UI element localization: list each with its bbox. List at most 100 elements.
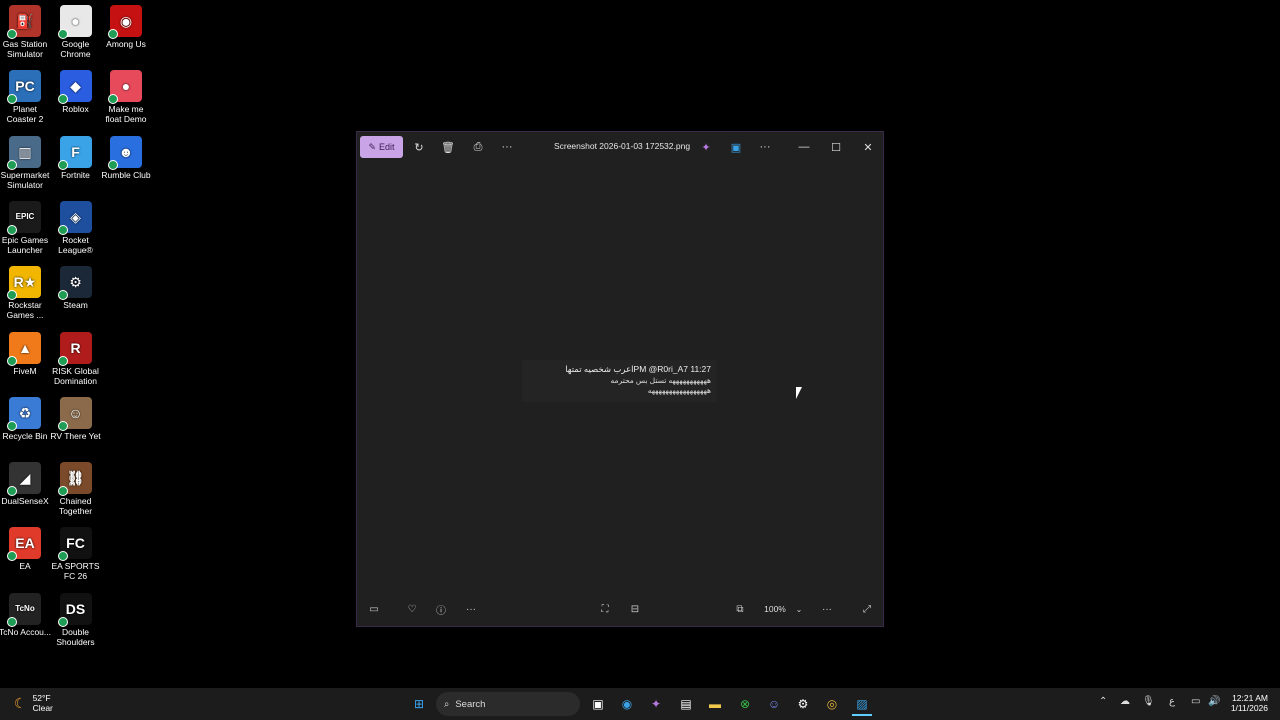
desktop-icon[interactable]: ◢ DualSenseX (0, 462, 51, 506)
image-viewport[interactable]: 11:27 PM @R0ri_A7اعرب شخصيه تمتها هههههه… (357, 162, 883, 590)
language-indicator[interactable]: ع (1169, 696, 1175, 707)
close-button[interactable]: ✕ (858, 137, 878, 157)
info-icon[interactable]: ⓘ (432, 600, 450, 618)
desktop-icon[interactable]: PC Planet Coaster 2 (0, 70, 51, 124)
copilot-taskbar-icon[interactable]: ✦ (646, 694, 666, 714)
desktop-icon[interactable]: ⛽ Gas Station Simulator (0, 5, 51, 59)
delete-icon[interactable]: 🗑 (438, 137, 458, 157)
settings-icon[interactable]: ⚙ (793, 694, 813, 714)
sync-status-icon (57, 94, 68, 105)
time-text: 12:21 AM (1232, 693, 1268, 703)
app-icon: R (57, 331, 92, 366)
search-bar[interactable]: ⌕ Search (436, 692, 580, 716)
desktop-icon[interactable]: ◈ Rocket League® (50, 200, 102, 255)
store-icon[interactable]: ▤ (676, 694, 696, 714)
app-icon: ⚙ (57, 266, 92, 301)
onedrive-icon[interactable]: ☁ (1120, 696, 1130, 707)
sync-status-icon (57, 159, 68, 170)
chevron-down-icon[interactable]: ⌄ (790, 600, 808, 618)
desktop-icon-label: Planet Coaster 2 (6, 104, 44, 125)
paint-icon[interactable]: ▣ (726, 137, 746, 157)
zoom-level[interactable]: 100% (757, 600, 793, 618)
app-icon: ◆ (57, 70, 92, 105)
sync-status-icon (57, 551, 68, 562)
desktop-icon-label: Roblox (62, 104, 89, 115)
sync-status-icon (57, 29, 68, 39)
app-icon: EPIC (7, 200, 41, 235)
desktop-icon[interactable]: ● Google Chrome (50, 5, 102, 59)
desktop-icon[interactable]: F Fortnite (50, 135, 102, 180)
desktop-icon[interactable]: ◉ Among Us (100, 5, 152, 49)
desktop-icon-label: Supermarket Simulator (0, 169, 50, 190)
fit-window-icon[interactable]: ⧉ (731, 600, 749, 618)
desktop-icon[interactable]: R★ Rockstar Games ... (0, 266, 51, 320)
photos-taskbar-icon[interactable]: ▨ (852, 694, 872, 716)
clock[interactable]: 12:21 AM 1/11/2026 (1231, 693, 1268, 713)
desktop-icon[interactable]: R RISK Global Domination (50, 331, 102, 386)
desktop-icon[interactable]: ▥ Supermarket Simulator (0, 135, 51, 190)
more-options-icon[interactable]: ··· (755, 137, 775, 157)
desktop-icon[interactable]: ♻ Recycle Bin (0, 396, 51, 441)
chrome-taskbar-icon[interactable]: ◎ (822, 694, 842, 714)
print-icon[interactable]: ⎙ (468, 137, 488, 157)
app-icon: F (57, 135, 92, 170)
photos-window: ✎ Edit ↻ 🗑 ⎙ ··· Screenshot 2026-01-03 1… (356, 131, 884, 627)
desktop-icon[interactable]: ⚙ Steam (50, 266, 102, 310)
desktop-icon-label: Chained Together (58, 496, 93, 517)
desktop-icon-label: Gas Station Simulator (2, 39, 48, 59)
rotate-icon[interactable]: ↻ (409, 137, 429, 157)
filmstrip-icon[interactable]: ▭ (365, 600, 383, 618)
start-icon[interactable]: ⊞ (409, 694, 429, 714)
edit-button[interactable]: ✎ Edit (360, 136, 403, 158)
file-explorer-icon[interactable]: ▬ (705, 694, 725, 714)
sync-status-icon (57, 355, 68, 366)
desktop-icon[interactable]: EA EA (0, 527, 51, 571)
app-icon: ⛽ (7, 5, 41, 39)
search-icon: ⌕ (444, 698, 450, 710)
more-icon[interactable]: ··· (497, 137, 517, 157)
desktop-icon[interactable]: ☻ Rumble Club (100, 135, 152, 180)
scan-icon[interactable]: ⛶ (596, 600, 614, 618)
desktop-icon-label: Double Shoulders (56, 626, 95, 647)
desktop-icon[interactable]: ⛓ Chained Together (50, 462, 102, 516)
xbox-icon[interactable]: ⊗ (735, 694, 755, 714)
desktop-icon[interactable]: EPIC Epic Games Launcher (0, 200, 51, 255)
desktop-icon[interactable]: DS Double Shoulders (50, 592, 102, 647)
task-view-icon[interactable]: ▣ (588, 694, 608, 714)
app-icon: TcNo (7, 592, 41, 627)
title-bar: ✎ Edit ↻ 🗑 ⎙ ··· Screenshot 2026-01-03 1… (357, 132, 883, 162)
sync-status-icon (7, 551, 17, 562)
fullscreen-icon[interactable]: ⤢ (858, 600, 876, 618)
app-icon: ◢ (7, 462, 41, 497)
maximize-button[interactable]: ☐ (826, 137, 846, 157)
desktop-icon[interactable]: FC EA SPORTS FC 26 (50, 527, 102, 581)
sync-status-icon (108, 159, 118, 170)
app-icon: ▲ (7, 331, 41, 366)
desktop-icon-label: Rockstar Games ... (6, 300, 44, 321)
microphone-icon[interactable]: 🎙 (1142, 696, 1155, 707)
sync-status-icon (57, 486, 68, 497)
desktop-icon[interactable]: ☺ RV There Yet (50, 396, 102, 441)
desktop-icon[interactable]: ◆ Roblox (50, 70, 102, 114)
desktop-icon[interactable]: TcNo TcNo Accou... (0, 592, 51, 637)
desktop-icon-label: DualSenseX (1, 496, 49, 507)
more-icon-bottom[interactable]: ··· (462, 600, 480, 618)
more-icon-zoom[interactable]: ··· (818, 600, 836, 618)
network-icon[interactable]: ▭ (1191, 696, 1200, 707)
volume-icon[interactable]: 🔊 (1208, 696, 1220, 707)
desktop-icon-label: Rocket League® (58, 234, 93, 255)
app-icon: EA (7, 527, 41, 562)
favorite-icon[interactable]: ♡ (403, 600, 421, 618)
sync-status-icon (108, 29, 118, 39)
app-icon: ⛓ (57, 462, 92, 497)
desktop-icon[interactable]: ▲ FiveM (0, 331, 51, 376)
discord-icon[interactable]: ☺ (764, 694, 784, 714)
minimize-button[interactable]: — (794, 137, 814, 157)
text-detect-icon[interactable]: ⊟ (626, 600, 644, 618)
edge-icon[interactable]: ◉ (617, 694, 637, 714)
desktop-icon[interactable]: ● Make me float Demo (100, 70, 152, 124)
weather-widget[interactable]: ☾ 52°F Clear (14, 693, 53, 713)
copilot-icon[interactable]: ✦ (696, 137, 716, 157)
window-title: Screenshot 2026-01-03 172532.png (553, 141, 691, 151)
chevron-up-icon[interactable]: ⌃ (1099, 696, 1107, 707)
